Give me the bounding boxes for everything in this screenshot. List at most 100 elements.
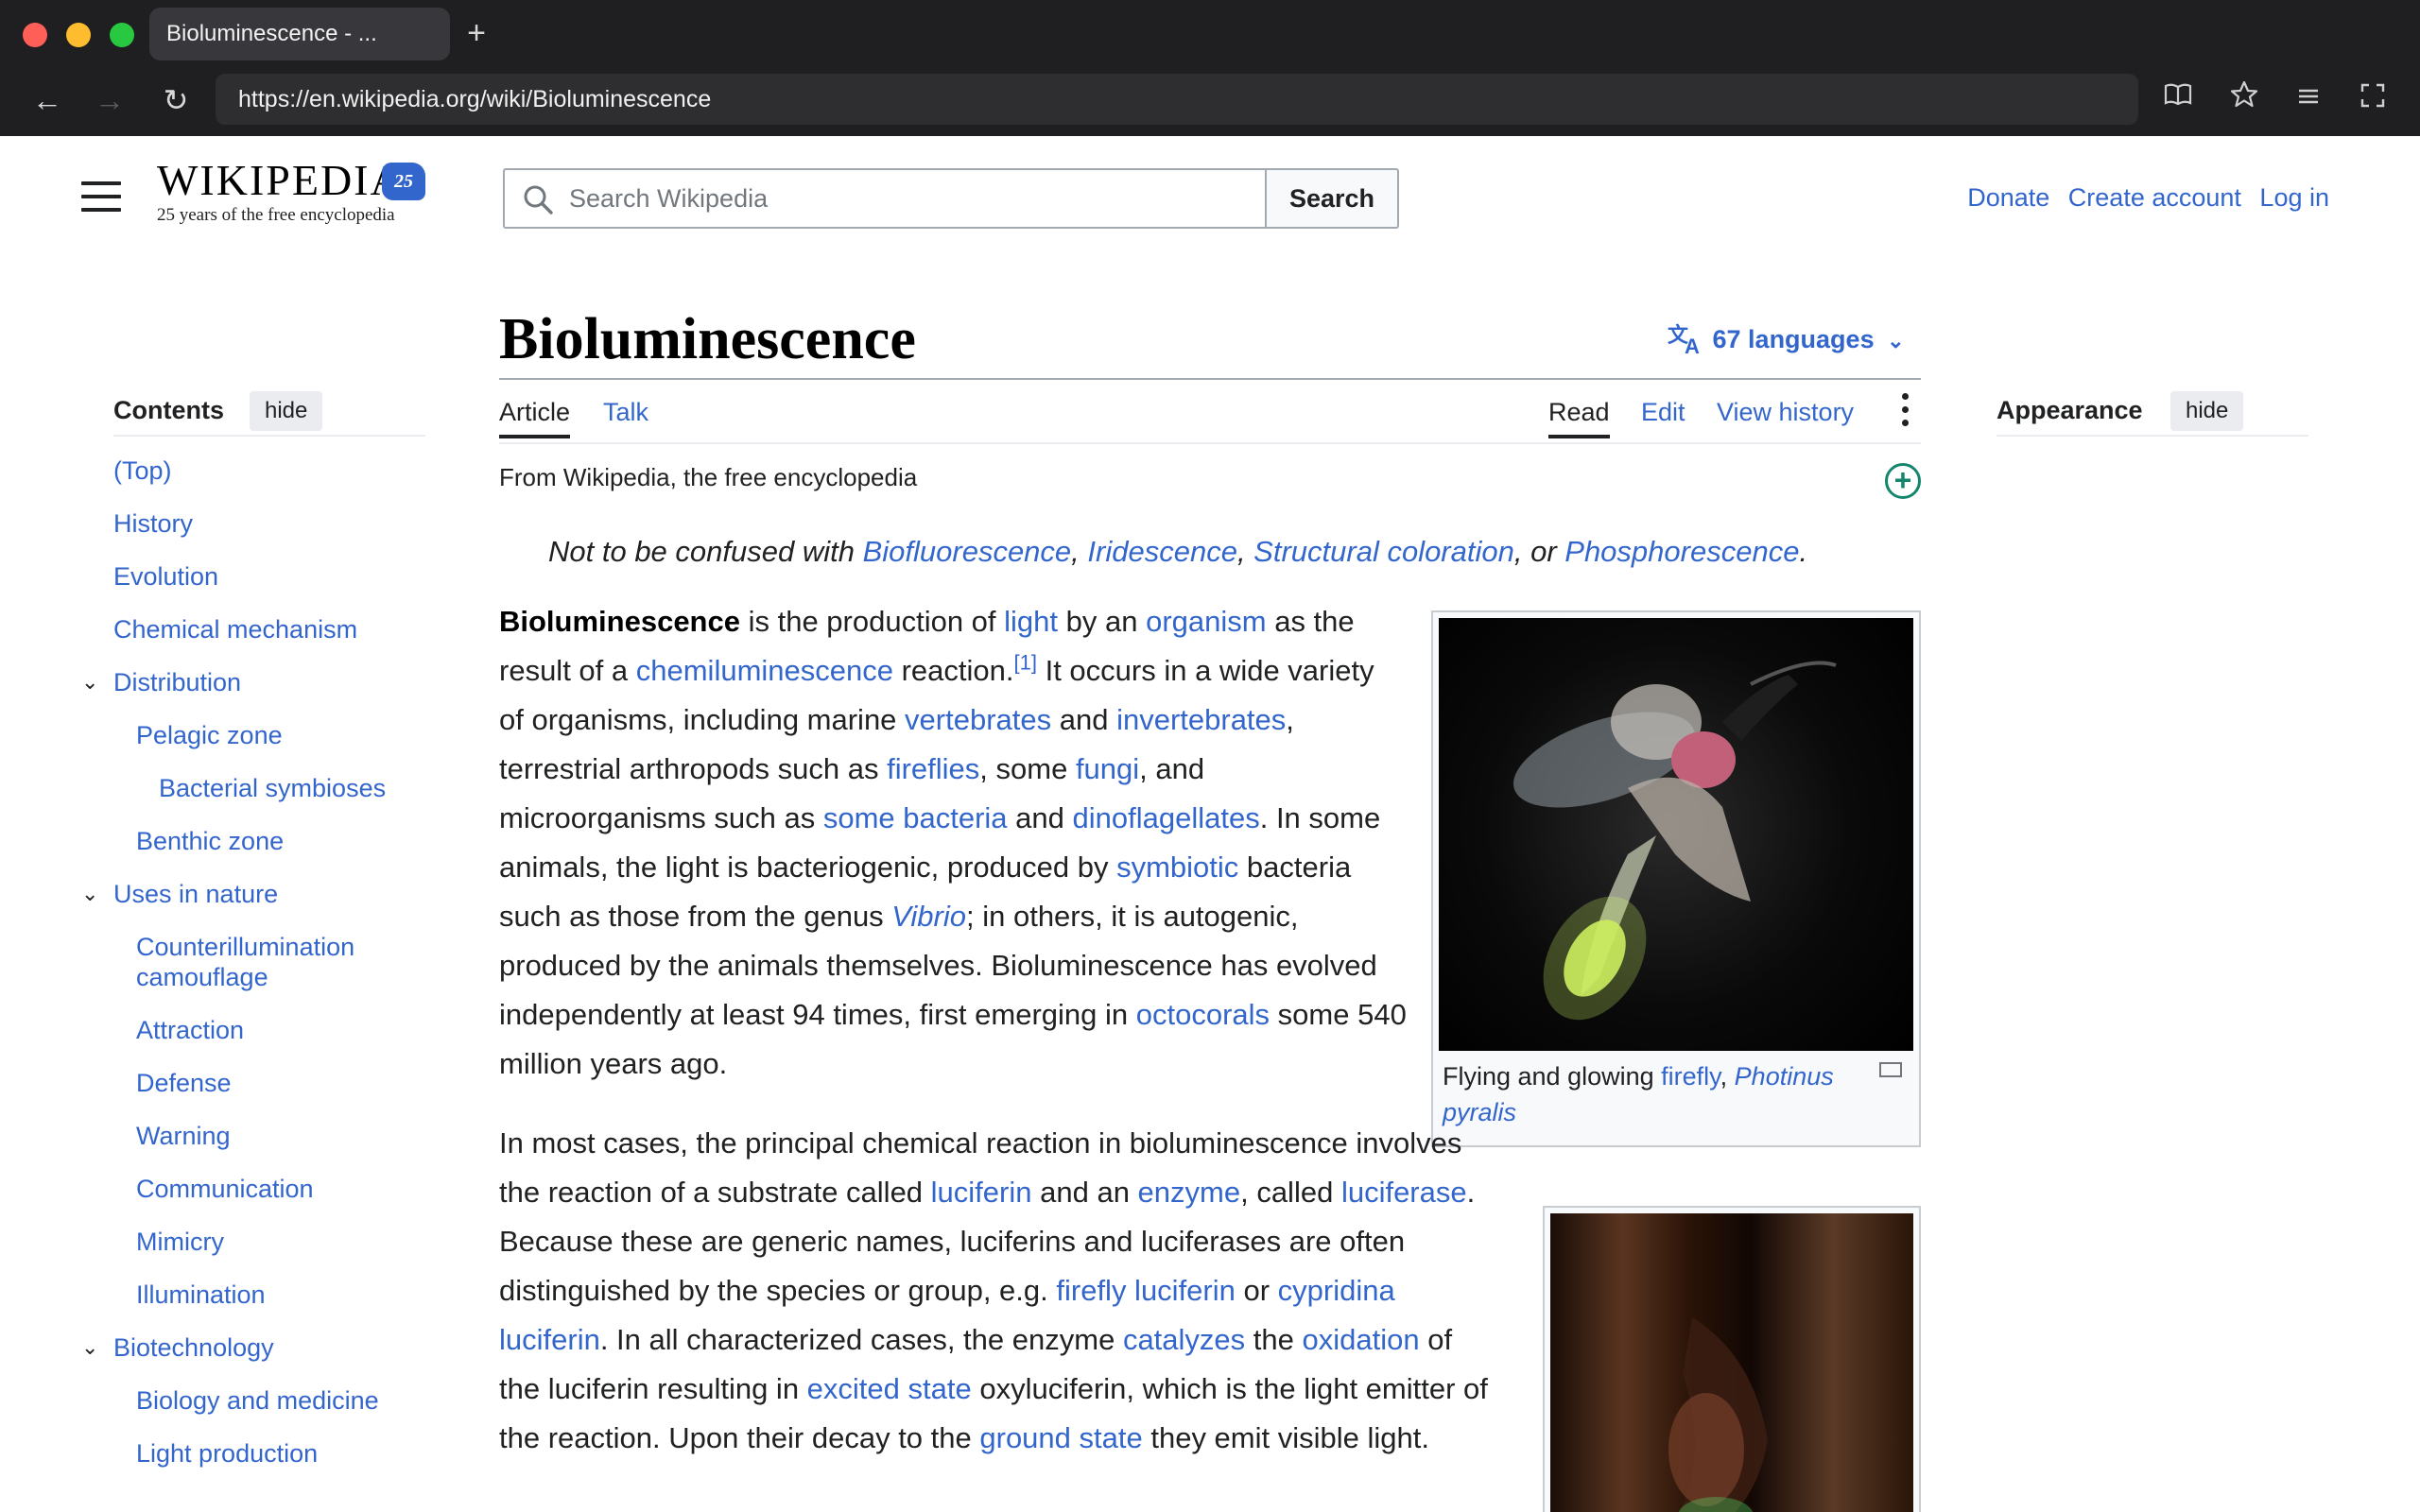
tab-view-history[interactable]: View history bbox=[1717, 389, 1854, 435]
article-link[interactable]: chemiluminescence bbox=[636, 654, 893, 687]
browser-chrome: Bioluminescence - ... + ← → ↻ https://en… bbox=[0, 0, 2420, 136]
caption-link[interactable]: firefly bbox=[1661, 1062, 1720, 1091]
new-tab-button[interactable]: + bbox=[461, 13, 492, 53]
article-link[interactable]: dinoflagellates bbox=[1073, 801, 1260, 834]
article-link[interactable]: some bacteria bbox=[823, 801, 1008, 834]
toc-item-benthic-zone[interactable]: Benthic zone bbox=[113, 826, 425, 856]
toc-item-illumination[interactable]: Illumination bbox=[113, 1280, 425, 1310]
hatnote-text: , bbox=[1071, 535, 1088, 568]
bold-term: Bioluminescence bbox=[499, 605, 740, 638]
bookmark-star-icon[interactable] bbox=[2223, 79, 2265, 121]
article-link[interactable]: firefly luciferin bbox=[1056, 1274, 1236, 1307]
hatnote: Not to be confused with Biofluorescence,… bbox=[548, 535, 1807, 569]
add-to-watchlist-icon[interactable]: + bbox=[1885, 463, 1921, 499]
article-link[interactable]: organism bbox=[1146, 605, 1267, 638]
article-link[interactable]: light bbox=[1004, 605, 1058, 638]
chevron-down-icon[interactable]: ⌄ bbox=[81, 667, 98, 697]
minimize-window-button[interactable] bbox=[66, 23, 91, 47]
forward-button[interactable]: → bbox=[89, 79, 130, 121]
article-link[interactable]: excited state bbox=[807, 1372, 972, 1405]
reload-button[interactable]: ↻ bbox=[155, 79, 197, 121]
language-button[interactable]: 文A 67 languages ⌄ bbox=[1668, 321, 1905, 358]
figure-firefly: Flying and glowing firefly, Photinus pyr… bbox=[1431, 610, 1921, 1147]
beetle-image[interactable] bbox=[1550, 1213, 1913, 1512]
toc-hide-button[interactable]: hide bbox=[250, 391, 323, 431]
address-bar[interactable]: https://en.wikipedia.org/wiki/Biolumines… bbox=[216, 74, 2138, 125]
article-link[interactable]: vertebrates bbox=[905, 703, 1051, 736]
toc-item-communication[interactable]: Communication bbox=[113, 1174, 425, 1204]
article-link[interactable]: fireflies bbox=[887, 752, 979, 785]
user-links: Donate Create account Log in bbox=[1956, 183, 2329, 213]
fullscreen-icon[interactable] bbox=[2352, 79, 2394, 121]
wikipedia-page: WIKIPEDIA 25 25 years of the free encycl… bbox=[0, 136, 2420, 1512]
toc-item-biotechnology[interactable]: ⌄ Biotechnology bbox=[81, 1332, 425, 1363]
article-link[interactable]: luciferase bbox=[1341, 1176, 1467, 1209]
toc-item-mimicry[interactable]: Mimicry bbox=[113, 1227, 425, 1257]
toc-item-defense[interactable]: Defense bbox=[113, 1068, 425, 1098]
tab-article[interactable]: Article bbox=[499, 389, 571, 438]
toc-item-history[interactable]: History bbox=[113, 508, 425, 539]
hatnote-link[interactable]: Structural coloration bbox=[1253, 535, 1514, 568]
article-link[interactable]: Vibrio bbox=[891, 900, 966, 933]
logo-anniversary-badge: 25 bbox=[382, 163, 425, 200]
article-link[interactable]: invertebrates bbox=[1116, 703, 1286, 736]
appearance-panel: Appearance hide bbox=[1996, 391, 2308, 437]
reader-icon[interactable] bbox=[2157, 79, 2199, 121]
article-link[interactable]: ground state bbox=[979, 1421, 1142, 1454]
tab-read[interactable]: Read bbox=[1548, 389, 1610, 438]
hatnote-link[interactable]: Phosphorescence bbox=[1564, 535, 1799, 568]
article-link[interactable]: oxidation bbox=[1303, 1323, 1420, 1356]
chevron-down-icon[interactable]: ⌄ bbox=[81, 879, 98, 909]
tab-talk[interactable]: Talk bbox=[603, 389, 648, 435]
logo-tagline: 25 years of the free encyclopedia bbox=[157, 205, 395, 225]
browser-tab[interactable]: Bioluminescence - ... bbox=[149, 8, 450, 60]
search-input[interactable] bbox=[503, 168, 1267, 229]
hatnote-link[interactable]: Iridescence bbox=[1087, 535, 1237, 568]
article-link[interactable]: enzyme bbox=[1138, 1176, 1241, 1209]
toc-item-top[interactable]: (Top) bbox=[113, 455, 425, 486]
search-form: Search bbox=[503, 168, 1399, 229]
toc-item-evolution[interactable]: Evolution bbox=[113, 561, 425, 592]
zoom-window-button[interactable] bbox=[110, 23, 134, 47]
toc-item-uses-in-nature[interactable]: ⌄ Uses in nature bbox=[81, 879, 425, 909]
svg-text:A: A bbox=[1685, 335, 1700, 355]
toc-item-light-production[interactable]: Light production bbox=[113, 1438, 425, 1469]
toc-item-chemical-mechanism[interactable]: Chemical mechanism bbox=[113, 614, 425, 644]
reference-link[interactable]: [1] bbox=[1014, 651, 1037, 675]
back-button[interactable]: ← bbox=[26, 79, 68, 121]
toc-item-distribution[interactable]: ⌄ Distribution bbox=[81, 667, 425, 697]
search-button[interactable]: Search bbox=[1265, 168, 1399, 229]
menu-icon[interactable] bbox=[2288, 79, 2329, 121]
toc-item-attraction[interactable]: Attraction bbox=[113, 1015, 425, 1045]
toc-item-biology-and-medicine[interactable]: Biology and medicine bbox=[113, 1385, 425, 1416]
toc-item-bacterial-symbioses[interactable]: Bacterial symbioses bbox=[113, 773, 425, 803]
article-link[interactable]: octocorals bbox=[1136, 998, 1270, 1031]
toc-item-counterillumination-camouflage[interactable]: Counterillumination camouflage bbox=[113, 932, 388, 992]
article-link[interactable]: luciferin bbox=[931, 1176, 1032, 1209]
chevron-down-icon[interactable]: ⌄ bbox=[81, 1332, 98, 1363]
toc-item-pelagic-zone[interactable]: Pelagic zone bbox=[113, 720, 425, 750]
figure-beetle bbox=[1543, 1206, 1921, 1512]
firefly-image[interactable] bbox=[1439, 618, 1913, 1051]
create-account-link[interactable]: Create account bbox=[2068, 183, 2241, 212]
close-window-button[interactable] bbox=[23, 23, 47, 47]
wikipedia-logo[interactable]: WIKIPEDIA 25 25 years of the free encycl… bbox=[157, 157, 431, 232]
title-divider bbox=[499, 378, 1921, 380]
article-link[interactable]: fungi bbox=[1076, 752, 1139, 785]
translate-icon: 文A bbox=[1668, 323, 1713, 358]
article-link[interactable]: symbiotic bbox=[1116, 850, 1238, 884]
chevron-down-icon: ⌄ bbox=[1887, 329, 1905, 352]
tab-edit[interactable]: Edit bbox=[1641, 389, 1685, 435]
hatnote-text: , or bbox=[1513, 535, 1565, 568]
toc-item-warning[interactable]: Warning bbox=[113, 1121, 425, 1151]
enlarge-icon[interactable] bbox=[1879, 1062, 1902, 1077]
hatnote-link[interactable]: Biofluorescence bbox=[863, 535, 1072, 568]
donate-link[interactable]: Donate bbox=[1967, 183, 2049, 212]
page-tabs: Article Talk Read Edit View history bbox=[499, 389, 1921, 444]
more-actions-icon[interactable] bbox=[1898, 393, 1911, 438]
log-in-link[interactable]: Log in bbox=[2259, 183, 2329, 212]
main-menu-button[interactable] bbox=[81, 181, 121, 212]
toc-item-label: Uses in nature bbox=[113, 880, 279, 908]
appearance-hide-button[interactable]: hide bbox=[2170, 391, 2244, 431]
article-link[interactable]: catalyzes bbox=[1123, 1323, 1245, 1356]
